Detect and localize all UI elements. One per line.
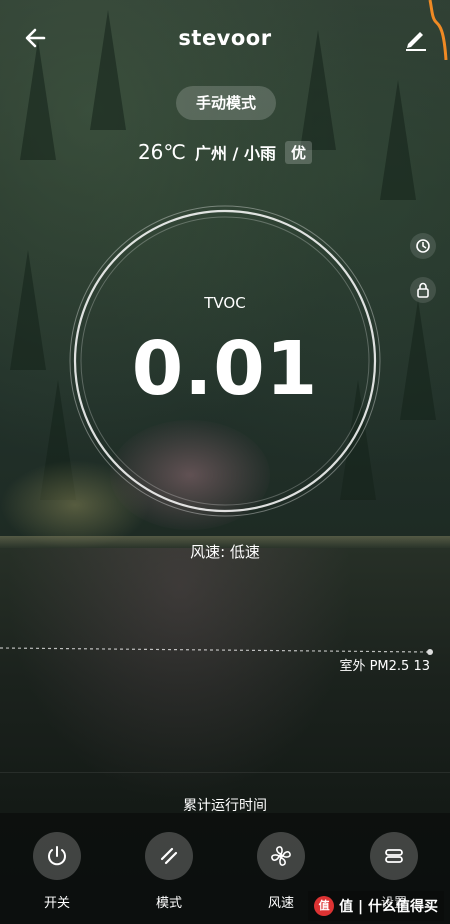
timer-button[interactable] xyxy=(410,233,436,259)
power-icon xyxy=(48,846,66,866)
fan-control[interactable]: 风速 xyxy=(256,832,306,911)
fan-speed-text: 风速: 低速 xyxy=(190,543,260,561)
gauge-label: TVOC xyxy=(204,294,246,312)
location-weather-text: 广州 / 小雨 xyxy=(194,144,276,163)
power-button[interactable] xyxy=(33,832,81,880)
gauge-value: 0.01 xyxy=(131,326,319,412)
mode-icon xyxy=(160,847,178,865)
temperature-text: 26℃ xyxy=(137,140,186,164)
power-control[interactable]: 开关 xyxy=(32,832,82,911)
fan-icon xyxy=(271,846,291,866)
fan-button[interactable] xyxy=(257,832,305,880)
settings-button[interactable] xyxy=(370,832,418,880)
watermark: 值 值 | 什么值得买 xyxy=(308,891,444,921)
mode-pill[interactable]: 手动模式 xyxy=(176,86,276,120)
timer-icon xyxy=(416,239,430,253)
orange-bracket-mark xyxy=(428,0,448,60)
watermark-text: 值 | 什么值得买 xyxy=(339,899,438,915)
mode-control[interactable]: 模式 xyxy=(144,832,194,911)
settings-icon xyxy=(385,849,403,863)
outdoor-pm25-text: 室外 PM2.5 13 xyxy=(339,659,430,674)
mode-button[interactable] xyxy=(145,832,193,880)
air-quality-badge: 优 xyxy=(285,140,313,164)
runtime-label: 累计运行时间 xyxy=(183,798,267,814)
fan-label: 风速 xyxy=(267,896,294,911)
lock-button[interactable] xyxy=(410,277,436,303)
power-label: 开关 xyxy=(43,896,70,911)
lock-icon xyxy=(417,282,429,298)
watermark-logo-icon: 值 xyxy=(314,896,335,916)
device-title: stevoor xyxy=(178,26,272,50)
weather-row: 26℃ 广州 / 小雨 优 xyxy=(0,140,450,168)
mode-label: 模式 xyxy=(155,896,182,911)
divider xyxy=(0,772,450,773)
top-bar: stevoor xyxy=(0,0,450,76)
